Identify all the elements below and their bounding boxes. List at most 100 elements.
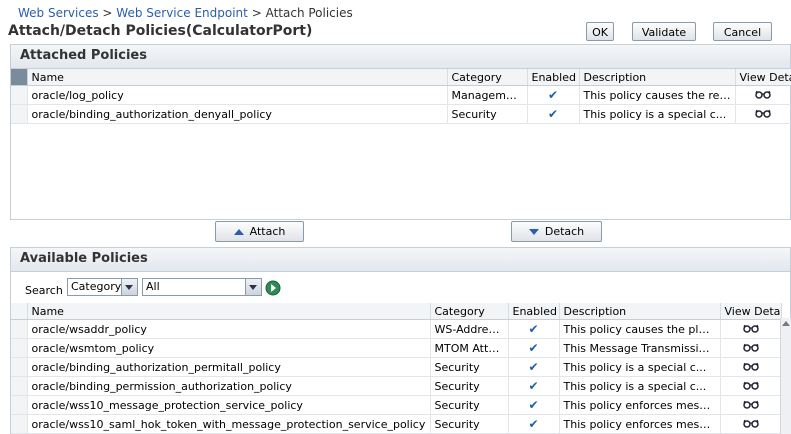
row-selector[interactable] xyxy=(11,338,28,358)
attached-policies-table: Name Category Enabled Description View D… xyxy=(11,69,791,124)
search-field-select[interactable]: Category xyxy=(67,278,138,296)
row-selector[interactable] xyxy=(11,414,28,434)
search-bar: Search Category All xyxy=(11,272,790,303)
chevron-down-icon xyxy=(121,279,137,295)
table-row[interactable]: oracle/binding_authorization_permitall_p… xyxy=(11,357,782,377)
policy-description: This policy enforces messa... xyxy=(559,414,721,434)
column-header-enabled[interactable]: Enabled xyxy=(527,69,580,86)
enabled-check-icon: ✔ xyxy=(508,338,560,358)
policy-name: oracle/wss10_saml_hok_token_with_message… xyxy=(27,414,431,434)
arrow-up-icon xyxy=(233,229,244,235)
breadcrumb-separator: > xyxy=(102,6,113,20)
row-selector[interactable] xyxy=(11,104,28,124)
policy-name: oracle/wss10_message_protection_service_… xyxy=(27,395,431,415)
row-selector[interactable] xyxy=(11,85,28,105)
policy-name: oracle/binding_authorization_denyall_pol… xyxy=(27,104,448,124)
table-scrollbar[interactable] xyxy=(780,318,791,434)
available-policies-panel: Available Policies Search Category All N… xyxy=(10,247,791,434)
go-search-icon[interactable] xyxy=(265,280,281,296)
policy-description: This policy causes the pla... xyxy=(559,319,721,339)
arrow-down-icon xyxy=(528,229,539,235)
column-header-category[interactable]: Category xyxy=(447,69,528,86)
policy-category: Security xyxy=(430,376,509,396)
view-detail-icon[interactable] xyxy=(720,319,782,339)
attach-button[interactable]: Attach xyxy=(215,221,304,242)
policy-name: oracle/wsaddr_policy xyxy=(27,319,431,339)
row-selector[interactable] xyxy=(11,319,28,339)
policy-category: WS-Addres... xyxy=(430,319,509,339)
policy-name: oracle/binding_authorization_permitall_p… xyxy=(27,357,431,377)
policy-description: This policy enforces messa... xyxy=(559,395,721,415)
available-policies-title: Available Policies xyxy=(11,248,790,272)
enabled-check-icon: ✔ xyxy=(527,85,580,105)
policy-category: Security xyxy=(447,104,528,124)
table-row[interactable]: oracle/wss10_message_protection_service_… xyxy=(11,395,782,415)
breadcrumb-separator: > xyxy=(251,6,262,20)
attached-policies-panel: Attached Policies Name Category Enabled … xyxy=(10,44,791,220)
view-detail-icon[interactable] xyxy=(720,376,782,396)
column-header-description[interactable]: Description xyxy=(559,303,721,320)
policy-category: Management xyxy=(447,85,528,105)
policy-name: oracle/log_policy xyxy=(27,85,448,105)
policy-description: This policy causes the req... xyxy=(579,85,736,105)
policy-description: This policy is a special c... xyxy=(559,357,721,377)
view-detail-icon[interactable] xyxy=(720,357,782,377)
breadcrumb-web-service-endpoint[interactable]: Web Service Endpoint xyxy=(116,6,248,20)
view-detail-icon[interactable] xyxy=(720,338,782,358)
chevron-down-icon xyxy=(245,279,261,295)
search-field-value: Category xyxy=(71,280,122,293)
ok-button[interactable]: OK xyxy=(586,22,614,41)
page-title: Attach/Detach Policies(CalculatorPort) xyxy=(8,23,313,39)
policy-category: Security xyxy=(430,395,509,415)
view-detail-icon[interactable] xyxy=(720,414,782,434)
search-value-select[interactable]: All xyxy=(142,278,262,296)
view-detail-icon[interactable] xyxy=(720,395,782,415)
policy-description: This policy is a special c... xyxy=(559,376,721,396)
breadcrumb-current: Attach Policies xyxy=(265,6,353,20)
enabled-check-icon: ✔ xyxy=(508,376,560,396)
row-selector[interactable] xyxy=(11,395,28,415)
view-detail-icon[interactable] xyxy=(735,104,791,124)
enabled-check-icon: ✔ xyxy=(508,395,560,415)
table-row[interactable]: oracle/wsmtom_policy MTOM Atta... ✔ This… xyxy=(11,338,782,358)
enabled-check-icon: ✔ xyxy=(508,357,560,377)
table-row[interactable]: oracle/wsaddr_policy WS-Addres... ✔ This… xyxy=(11,319,782,339)
policy-category: MTOM Atta... xyxy=(430,338,509,358)
row-selector[interactable] xyxy=(11,376,28,396)
enabled-check-icon: ✔ xyxy=(508,319,560,339)
policy-description: This Message Transmission ... xyxy=(559,338,721,358)
view-detail-icon[interactable] xyxy=(735,85,791,105)
cancel-button[interactable]: Cancel xyxy=(713,22,772,41)
scroll-up-icon[interactable] xyxy=(782,321,790,326)
table-row[interactable]: oracle/log_policy Management ✔ This poli… xyxy=(11,85,791,105)
attach-label: Attach xyxy=(249,225,286,238)
search-label: Search xyxy=(25,284,63,297)
table-row[interactable]: oracle/binding_authorization_denyall_pol… xyxy=(11,104,791,124)
select-all-header[interactable] xyxy=(11,69,28,86)
column-header-enabled[interactable]: Enabled xyxy=(508,303,560,320)
attached-policies-title: Attached Policies xyxy=(11,45,790,69)
detach-button[interactable]: Detach xyxy=(511,221,602,242)
breadcrumb-web-services[interactable]: Web Services xyxy=(18,6,99,20)
column-header-category[interactable]: Category xyxy=(430,303,509,320)
available-policies-table: Name Category Enabled Description View D… xyxy=(11,303,782,434)
policy-name: oracle/wsmtom_policy xyxy=(27,338,431,358)
enabled-check-icon: ✔ xyxy=(508,414,560,434)
column-header-view-detail[interactable]: View Detail xyxy=(735,69,791,86)
breadcrumb: Web Services > Web Service Endpoint > At… xyxy=(18,6,353,20)
table-row[interactable]: oracle/wss10_saml_hok_token_with_message… xyxy=(11,414,782,434)
column-header-name[interactable]: Name xyxy=(27,69,448,86)
selector-header xyxy=(11,303,28,320)
policy-category: Security xyxy=(430,357,509,377)
table-row[interactable]: oracle/binding_permission_authorization_… xyxy=(11,376,782,396)
column-header-description[interactable]: Description xyxy=(579,69,736,86)
column-header-name[interactable]: Name xyxy=(27,303,431,320)
validate-button[interactable]: Validate xyxy=(632,22,696,41)
enabled-check-icon: ✔ xyxy=(527,104,580,124)
column-header-view-detail[interactable]: View Detail xyxy=(720,303,782,320)
policy-name: oracle/binding_permission_authorization_… xyxy=(27,376,431,396)
row-selector[interactable] xyxy=(11,357,28,377)
policy-category: Security xyxy=(430,414,509,434)
policy-description: This policy is a special c... xyxy=(579,104,736,124)
detach-label: Detach xyxy=(544,225,585,238)
